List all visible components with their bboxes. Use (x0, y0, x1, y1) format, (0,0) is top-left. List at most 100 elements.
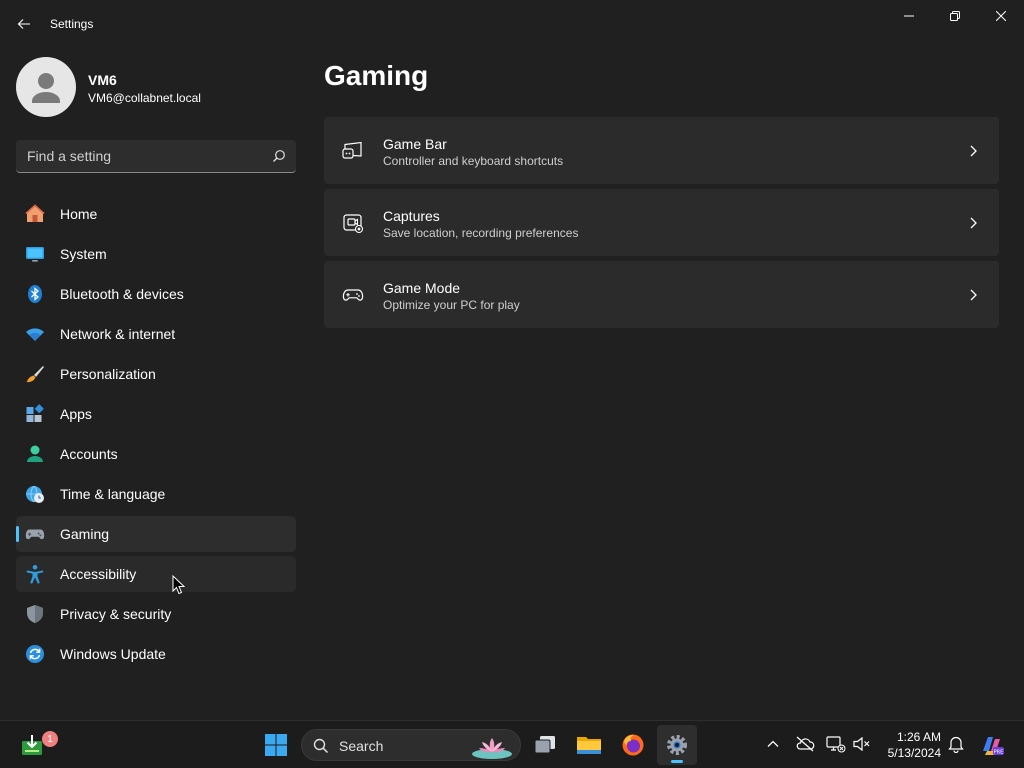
minimize-button[interactable] (886, 0, 932, 32)
sidebar-item-label: Network & internet (60, 326, 176, 342)
sidebar-item-time-language[interactable]: Time & language (16, 476, 296, 512)
game-bar-icon (342, 141, 362, 159)
restore-icon (950, 11, 960, 21)
search-box (16, 140, 296, 173)
sidebar-item-label: Accessibility (60, 566, 137, 582)
tray-volume[interactable] (852, 734, 872, 754)
card-title: Game Mode (383, 280, 461, 296)
close-icon (996, 11, 1006, 21)
sidebar-item-privacy-security[interactable]: Privacy & security (16, 596, 296, 632)
lotus-highlight-icon (472, 738, 512, 759)
search-icon[interactable] (272, 149, 286, 163)
taskbar-copilot[interactable]: PRE (972, 725, 1012, 765)
taskbar-file-explorer[interactable] (569, 725, 609, 765)
tray-notifications[interactable] (946, 734, 966, 754)
page-title: Gaming (324, 60, 429, 91)
folder-icon (577, 737, 601, 754)
taskbar-task-view[interactable] (525, 725, 565, 765)
sidebar-item-label: Accounts (60, 446, 118, 462)
sidebar-item-windows-update[interactable]: Windows Update (16, 636, 296, 672)
brush-icon (25, 364, 45, 384)
taskbar-search[interactable]: Search (301, 729, 521, 761)
sidebar-item-gaming[interactable]: Gaming (16, 516, 296, 552)
tray-overflow-button[interactable] (763, 734, 783, 754)
user-email: VM6@collabnet.local (88, 91, 201, 105)
chevron-right-icon (970, 217, 977, 229)
accounts-icon (25, 444, 45, 464)
tray-network[interactable] (826, 734, 846, 754)
tray-onedrive[interactable] (795, 734, 815, 754)
chevron-up-icon (767, 740, 779, 747)
selected-indicator (16, 526, 19, 542)
windows-logo-icon (265, 734, 287, 756)
clock-date[interactable]: 5/13/2024 (881, 746, 941, 760)
network-disconnected-icon (826, 736, 846, 753)
card-game-bar[interactable]: Game Bar Controller and keyboard shortcu… (324, 117, 999, 184)
sidebar-nav: Home System Bluetooth & devices Network … (16, 196, 296, 676)
cloud-offline-icon (796, 736, 815, 752)
sidebar-item-system[interactable]: System (16, 236, 296, 272)
sidebar-item-accounts[interactable]: Accounts (16, 436, 296, 472)
card-subtitle: Optimize your PC for play (383, 298, 520, 312)
game-mode-icon (342, 289, 364, 301)
sidebar-item-label: Home (60, 206, 98, 222)
user-silhouette-icon (32, 73, 60, 103)
sidebar-item-label: Privacy & security (60, 606, 172, 622)
bluetooth-icon (25, 284, 45, 304)
card-captures[interactable]: Captures Save location, recording prefer… (324, 189, 999, 256)
chevron-right-icon (970, 145, 977, 157)
sidebar-item-label: Time & language (60, 486, 166, 502)
update-icon (25, 644, 45, 664)
system-icon (25, 244, 45, 264)
taskbar-settings[interactable] (657, 725, 697, 765)
chevron-right-icon (970, 289, 977, 301)
sidebar-item-bluetooth[interactable]: Bluetooth & devices (16, 276, 296, 312)
gamepad-icon (25, 524, 45, 544)
start-button[interactable] (256, 725, 296, 765)
notification-badge: 1 (42, 731, 58, 747)
accessibility-icon (25, 564, 45, 584)
avatar[interactable] (16, 57, 76, 117)
sidebar-item-label: Apps (60, 406, 92, 422)
sidebar-item-label: Gaming (60, 526, 110, 542)
apps-icon (25, 404, 45, 424)
title-bar: Settings (0, 0, 1024, 48)
search-icon (313, 738, 329, 754)
user-name: VM6 (88, 72, 117, 88)
card-subtitle: Save location, recording preferences (383, 226, 579, 240)
wifi-icon (25, 324, 45, 344)
search-input[interactable] (16, 140, 266, 172)
sidebar-item-apps[interactable]: Apps (16, 396, 296, 432)
sidebar-item-personalization[interactable]: Personalization (16, 356, 296, 392)
active-app-indicator (671, 760, 683, 763)
copilot-icon: PRE (983, 737, 1004, 755)
sidebar-item-home[interactable]: Home (16, 196, 296, 232)
taskbar-search-label: Search (339, 738, 384, 754)
sidebar-item-network[interactable]: Network & internet (16, 316, 296, 352)
restore-button[interactable] (932, 0, 978, 32)
close-button[interactable] (978, 0, 1024, 32)
card-title: Game Bar (383, 136, 447, 152)
minimize-icon (904, 15, 914, 17)
taskbar-firefox[interactable] (613, 725, 653, 765)
capture-icon (343, 214, 364, 234)
card-game-mode[interactable]: Game Mode Optimize your PC for play (324, 261, 999, 328)
mouse-cursor-icon (172, 575, 186, 595)
sidebar-item-label: Windows Update (60, 646, 166, 662)
firefox-icon (622, 734, 644, 756)
settings-card-list: Game Bar Controller and keyboard shortcu… (324, 117, 999, 333)
clock-time[interactable]: 1:26 AM (885, 730, 941, 744)
globe-clock-icon (25, 484, 45, 504)
sidebar-item-accessibility[interactable]: Accessibility (16, 556, 296, 592)
taskbar-download-app[interactable]: 1 (12, 725, 58, 765)
sidebar-item-label: Bluetooth & devices (60, 286, 184, 302)
task-view-icon (534, 736, 555, 754)
settings-window: Settings VM6 VM6@collabnet.local Find a … (0, 0, 1024, 720)
taskbar: 1 Search 1:26 AM 5/13/2024 PRE (0, 720, 1024, 768)
sidebar-item-label: System (60, 246, 107, 262)
shield-icon (25, 604, 45, 624)
card-subtitle: Controller and keyboard shortcuts (383, 154, 564, 168)
back-arrow-icon (17, 19, 30, 29)
back-button[interactable] (10, 10, 38, 38)
home-icon (25, 204, 45, 224)
